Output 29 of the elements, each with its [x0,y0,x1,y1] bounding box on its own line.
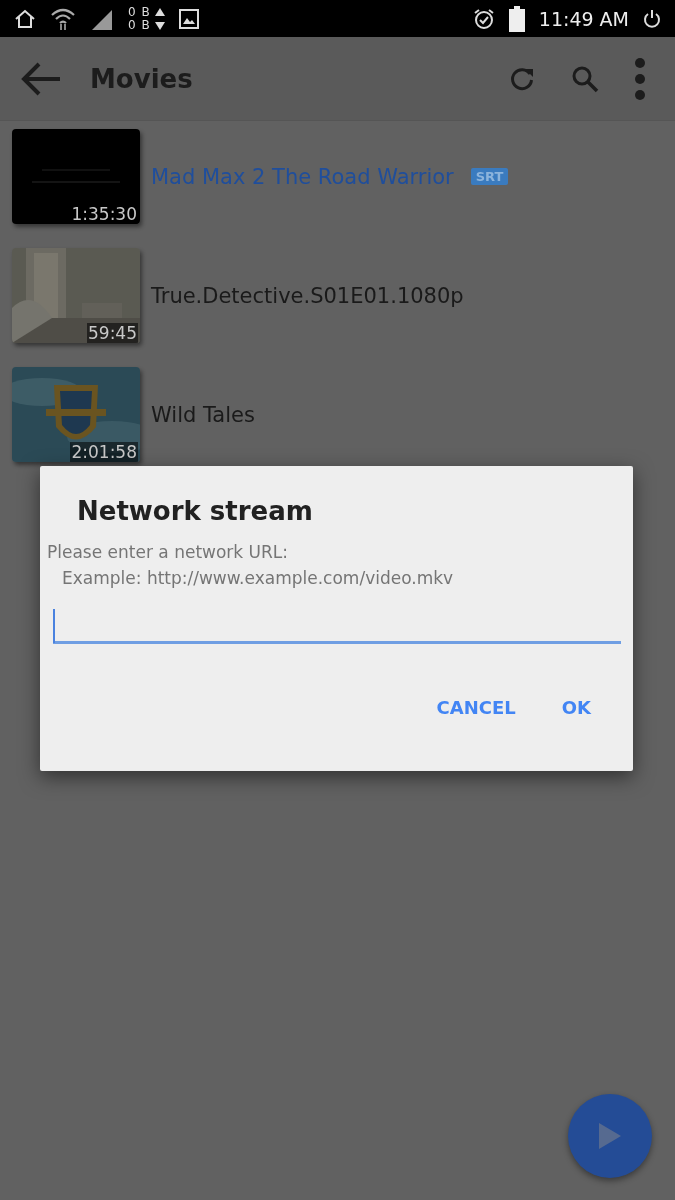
power-icon [643,8,661,29]
video-title[interactable]: True.Detective.S01E01.1080p [151,283,464,308]
clock: 11:49 AM [538,7,629,30]
video-title[interactable]: Wild Tales [151,402,255,427]
back-arrow-icon[interactable] [20,60,62,97]
play-icon [597,1121,623,1151]
screen-title: Movies [90,63,193,94]
upload-rate: 0 B [128,5,151,19]
home-icon [14,8,36,29]
duration-label: 1:35:30 [70,204,138,224]
wifi-icon [50,6,76,31]
alarm-icon [472,7,495,30]
text-cursor [53,609,55,643]
duration-label: 59:45 [87,323,138,343]
duration-label: 2:01:58 [70,442,138,462]
subtitle-badge: SRT [470,168,509,185]
cancel-button[interactable]: CANCEL [426,689,526,726]
image-icon [178,8,199,29]
download-rate: 0 B [128,18,151,32]
dialog-message: Please enter a network URL: [47,542,289,562]
play-button[interactable] [568,1094,652,1178]
dialog-title: Network stream [77,496,313,526]
transfer-arrows-icon [154,6,165,31]
ok-button[interactable]: OK [551,689,601,726]
battery-icon [508,5,525,32]
example-text: Example: http://www.example.com/video.mkv [62,568,454,588]
search-icon[interactable] [571,64,599,93]
refresh-icon[interactable] [509,65,535,92]
more-options-icon[interactable] [635,57,645,100]
